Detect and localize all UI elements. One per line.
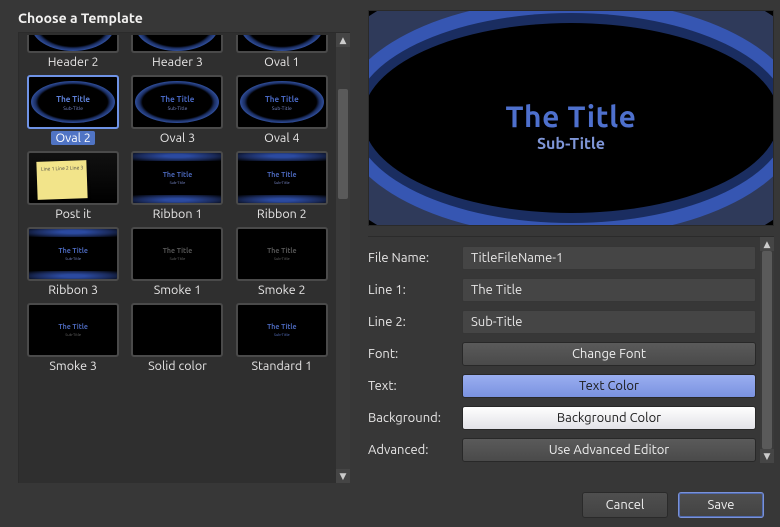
template-cell[interactable]: The TitleSub-Title Smoke 3 [23, 303, 123, 377]
background-label: Background: [368, 411, 456, 425]
template-grid-scrollbar[interactable]: ▲ ▼ [336, 33, 350, 483]
template-caption: Standard 1 [251, 359, 312, 373]
line2-input[interactable] [462, 310, 756, 334]
template-cell[interactable]: Oval 1 [232, 35, 332, 73]
template-thumb[interactable]: The TitleSub-Title [131, 75, 223, 129]
template-caption: Ribbon 2 [257, 207, 307, 221]
template-caption: Header 2 [48, 55, 99, 69]
line1-label: Line 1: [368, 283, 456, 297]
template-cell[interactable]: The TitleSub-Title Ribbon 1 [127, 151, 227, 225]
line2-label: Line 2: [368, 315, 456, 329]
title-template-dialog: Choose a Template Header 2 Header 3 Oval 1… [0, 0, 780, 527]
template-grid-wrap: Header 2 Header 3 Oval 1 The TitleSub-Title… [18, 32, 350, 483]
template-caption: Oval 4 [264, 131, 299, 145]
chooser-heading: Choose a Template [18, 10, 350, 26]
template-thumb[interactable]: The TitleSub-Title [131, 227, 223, 281]
form-scrollbar[interactable]: ▲ ▼ [760, 237, 774, 463]
font-label: Font: [368, 347, 456, 361]
template-thumb[interactable]: The TitleSub-Title [131, 151, 223, 205]
template-cell[interactable]: The TitleSub-Title Ribbon 2 [232, 151, 332, 225]
template-thumb[interactable] [236, 35, 328, 53]
template-cell[interactable]: Solid color [127, 303, 227, 377]
template-caption: Oval 1 [264, 55, 299, 69]
property-form: File Name: Line 1: Line 2: Font: Change … [368, 237, 760, 463]
scroll-track[interactable] [336, 47, 350, 469]
dialog-footer: Cancel Save [0, 483, 780, 527]
template-caption: Ribbon 1 [153, 207, 203, 221]
template-caption: Smoke 1 [154, 283, 202, 297]
template-cell[interactable]: Header 2 [23, 35, 123, 73]
scroll-up-icon[interactable]: ▲ [336, 33, 350, 47]
template-thumb[interactable]: The TitleSub-Title [236, 227, 328, 281]
template-caption: Smoke 2 [258, 283, 306, 297]
template-cell[interactable]: The TitleSub-Title Smoke 2 [232, 227, 332, 301]
text-label: Text: [368, 379, 456, 393]
template-thumb[interactable]: The TitleSub-Title [236, 151, 328, 205]
template-cell[interactable]: The TitleSub-Title Smoke 1 [127, 227, 227, 301]
template-cell[interactable]: The TitleSub-Title Ribbon 3 [23, 227, 123, 301]
template-thumb[interactable]: The TitleSub-Title [27, 227, 119, 281]
background-color-button[interactable]: Background Color [462, 406, 756, 430]
preview-subtitle: Sub-Title [369, 135, 773, 153]
text-color-button[interactable]: Text Color [462, 374, 756, 398]
template-thumb[interactable]: The TitleSub-Title [27, 75, 119, 129]
template-thumb[interactable] [131, 303, 223, 357]
template-caption: Header 3 [152, 55, 203, 69]
template-caption: Oval 2 [51, 131, 94, 145]
scroll-down-icon[interactable]: ▼ [336, 469, 350, 483]
template-thumb[interactable]: Line 1 Line 2 Line 3 [27, 151, 119, 205]
template-cell[interactable]: The TitleSub-Title Oval 4 [232, 75, 332, 149]
template-grid[interactable]: Header 2 Header 3 Oval 1 The TitleSub-Title… [19, 33, 336, 483]
template-thumb[interactable] [27, 35, 119, 53]
right-panel: The Title Sub-Title File Name: Line 1: [368, 10, 774, 483]
template-caption: Solid color [148, 359, 207, 373]
template-thumb[interactable]: The TitleSub-Title [236, 75, 328, 129]
template-cell[interactable]: The TitleSub-Title Oval 3 [127, 75, 227, 149]
template-caption: Post it [55, 207, 91, 221]
template-thumb[interactable] [131, 35, 223, 53]
template-cell[interactable]: The TitleSub-Title Standard 1 [232, 303, 332, 377]
template-caption: Oval 3 [160, 131, 195, 145]
preview-title: The Title [369, 99, 773, 133]
template-caption: Ribbon 3 [48, 283, 98, 297]
scroll-thumb[interactable] [762, 251, 772, 449]
scroll-up-icon[interactable]: ▲ [760, 237, 774, 251]
template-cell[interactable]: Header 3 [127, 35, 227, 73]
template-thumb[interactable]: The TitleSub-Title [236, 303, 328, 357]
form-area: File Name: Line 1: Line 2: Font: Change … [368, 236, 774, 463]
advanced-label: Advanced: [368, 443, 456, 457]
advanced-editor-button[interactable]: Use Advanced Editor [462, 438, 756, 462]
scroll-thumb[interactable] [338, 89, 348, 199]
cancel-button[interactable]: Cancel [582, 492, 668, 518]
template-thumb[interactable]: The TitleSub-Title [27, 303, 119, 357]
template-chooser: Choose a Template Header 2 Header 3 Oval 1… [18, 10, 350, 483]
filename-input[interactable] [462, 246, 756, 270]
dialog-content: Choose a Template Header 2 Header 3 Oval 1… [0, 0, 780, 483]
template-caption: Smoke 3 [49, 359, 97, 373]
template-cell[interactable]: The TitleSub-Title Oval 2 [23, 75, 123, 149]
filename-label: File Name: [368, 251, 456, 265]
line1-input[interactable] [462, 278, 756, 302]
scroll-track[interactable] [760, 251, 774, 449]
scroll-down-icon[interactable]: ▼ [760, 449, 774, 463]
template-preview: The Title Sub-Title [368, 10, 774, 226]
template-cell[interactable]: Line 1 Line 2 Line 3 Post it [23, 151, 123, 225]
change-font-button[interactable]: Change Font [462, 342, 756, 366]
save-button[interactable]: Save [678, 492, 764, 518]
